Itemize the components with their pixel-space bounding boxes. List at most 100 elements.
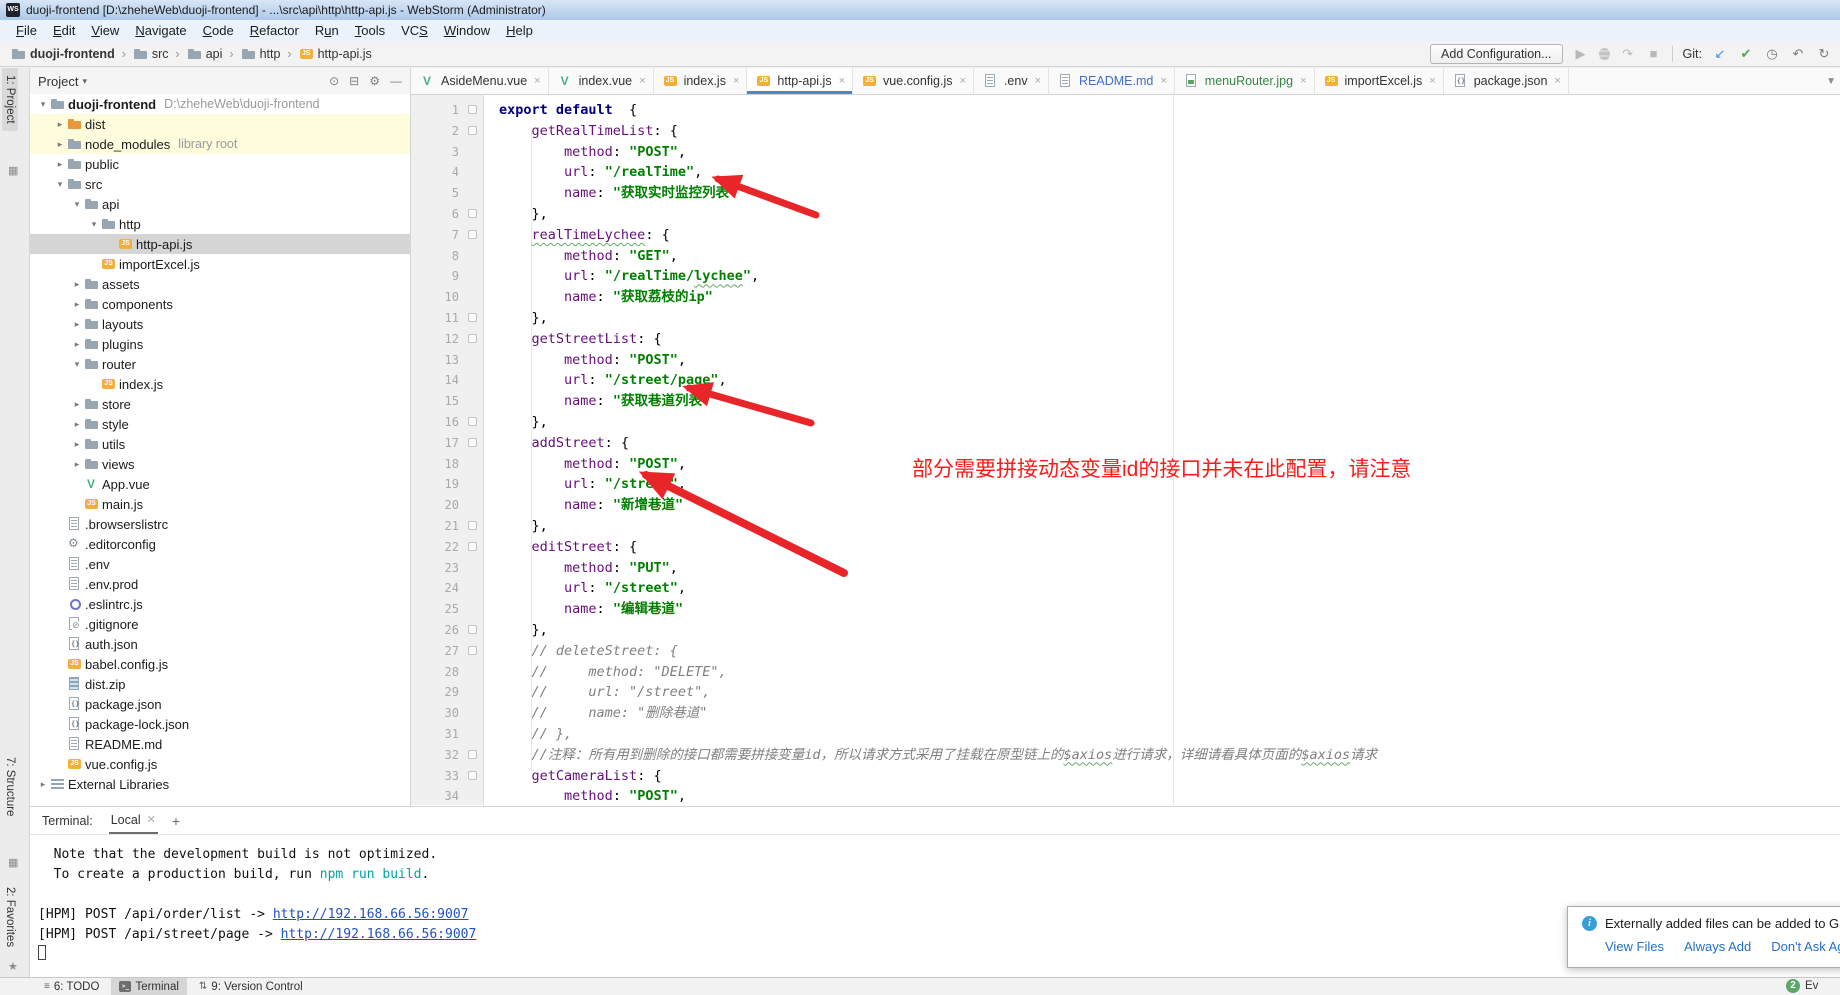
tree-item[interactable]: babel.config.js — [30, 654, 410, 674]
tab-close-icon[interactable]: × — [1429, 75, 1435, 87]
tree-item[interactable]: package.json — [30, 694, 410, 714]
settings-gear-icon[interactable]: ⚙ — [369, 74, 380, 88]
tree-item[interactable]: package-lock.json — [30, 714, 410, 734]
chevron-icon[interactable]: ▸ — [70, 279, 84, 290]
statusbar-version-control[interactable]: ⇅ 9: Version Control — [191, 978, 311, 995]
tree-item[interactable]: ▸style — [30, 414, 410, 434]
tree-item[interactable]: importExcel.js — [30, 254, 410, 274]
chevron-icon[interactable]: ▾ — [53, 179, 67, 190]
chevron-icon[interactable]: ▾ — [87, 219, 101, 230]
menu-code[interactable]: Code — [195, 22, 242, 39]
terminal-tab-close-icon[interactable]: ✕ — [147, 813, 156, 826]
menu-edit[interactable]: Edit — [45, 22, 83, 39]
tree-item[interactable]: ▾router — [30, 354, 410, 374]
hide-panel-icon[interactable]: — — [390, 74, 402, 88]
tab-.env[interactable]: .env× — [974, 68, 1049, 94]
fold-marker[interactable] — [468, 209, 477, 218]
chevron-icon[interactable]: ▸ — [70, 439, 84, 450]
tree-item[interactable]: .env — [30, 554, 410, 574]
tab-close-icon[interactable]: × — [1554, 75, 1560, 87]
fold-marker[interactable] — [468, 771, 477, 780]
tree-item[interactable]: .editorconfig — [30, 534, 410, 554]
tab-AsideMenu.vue[interactable]: AsideMenu.vue× — [411, 68, 549, 94]
breadcrumb-item[interactable]: duoji-frontend — [8, 45, 118, 63]
chevron-icon[interactable]: ▾ — [70, 199, 84, 210]
tree-item[interactable]: main.js — [30, 494, 410, 514]
git-update-icon[interactable]: ↙ — [1712, 46, 1728, 62]
fold-marker[interactable] — [468, 417, 477, 426]
tree-item[interactable]: ▸utils — [30, 434, 410, 454]
chevron-icon[interactable]: ▸ — [36, 779, 50, 790]
collapse-all-icon[interactable]: ⊟ — [349, 74, 359, 88]
chevron-icon[interactable]: ▾ — [36, 99, 50, 110]
tree-item[interactable]: ▸dist — [30, 114, 410, 134]
tree-item[interactable]: ▾api — [30, 194, 410, 214]
chevron-icon[interactable]: ▸ — [70, 339, 84, 350]
fold-marker[interactable] — [468, 750, 477, 759]
tree-item[interactable]: ▸components — [30, 294, 410, 314]
tree-item[interactable]: .gitignore — [30, 614, 410, 634]
tab-close-icon[interactable]: × — [1035, 75, 1041, 87]
toolwindow-tab-favorites[interactable]: 2: Favorites — [2, 880, 18, 954]
tree-item[interactable]: ▾duoji-frontendD:\zheheWeb\duoji-fronten… — [30, 94, 410, 114]
git-commit-icon[interactable]: ✔ — [1738, 46, 1754, 62]
chevron-icon[interactable]: ▸ — [53, 139, 67, 150]
tree-item[interactable]: ▸assets — [30, 274, 410, 294]
tree-item[interactable]: vue.config.js — [30, 754, 410, 774]
tree-item[interactable]: dist.zip — [30, 674, 410, 694]
tree-item[interactable]: .eslintrc.js — [30, 594, 410, 614]
fold-marker[interactable] — [468, 646, 477, 655]
locate-icon[interactable]: ⊙ — [329, 74, 339, 88]
chevron-icon[interactable]: ▾ — [70, 359, 84, 370]
favorites-star-icon[interactable]: ★ — [8, 960, 18, 973]
notification-action-link[interactable]: Always Add — [1684, 939, 1751, 954]
fold-marker[interactable] — [468, 230, 477, 239]
tab-close-icon[interactable]: × — [1300, 75, 1306, 87]
new-terminal-icon[interactable]: + — [172, 813, 180, 829]
toolwindow-tab-structure[interactable]: 7: Structure — [2, 750, 18, 823]
menu-refactor[interactable]: Refactor — [242, 22, 307, 39]
tab-package.json[interactable]: package.json× — [1444, 68, 1569, 94]
tab-close-icon[interactable]: × — [733, 75, 739, 87]
tab-close-icon[interactable]: × — [839, 75, 845, 87]
terminal-tab-local[interactable]: Local ✕ — [109, 807, 158, 834]
project-panel-title[interactable]: Project — [38, 74, 78, 89]
stop-icon[interactable]: ■ — [1646, 46, 1662, 61]
history-icon[interactable]: ◷ — [1764, 46, 1780, 62]
tab-close-icon[interactable]: × — [639, 75, 645, 87]
breadcrumb-item[interactable]: api — [184, 45, 226, 63]
menu-vcs[interactable]: VCS — [393, 22, 436, 39]
menu-run[interactable]: Run — [307, 22, 347, 39]
statusbar-todo[interactable]: ≡ 6: TODO — [36, 978, 107, 995]
tree-item[interactable]: auth.json — [30, 634, 410, 654]
tree-item[interactable]: ▸views — [30, 454, 410, 474]
fold-marker[interactable] — [468, 105, 477, 114]
tree-item[interactable]: ▸public — [30, 154, 410, 174]
tab-importExcel.js[interactable]: importExcel.js× — [1315, 68, 1444, 94]
tab-list-dropdown-icon[interactable]: ▼ — [1826, 76, 1836, 87]
menu-help[interactable]: Help — [498, 22, 541, 39]
tab-close-icon[interactable]: × — [1160, 75, 1166, 87]
tree-item[interactable]: ▸store — [30, 394, 410, 414]
tab-vue.config.js[interactable]: vue.config.js× — [853, 68, 974, 94]
tree-item[interactable]: README.md — [30, 734, 410, 754]
tab-close-icon[interactable]: × — [534, 75, 540, 87]
debug-icon[interactable] — [1599, 48, 1610, 60]
tree-item[interactable]: ▾src — [30, 174, 410, 194]
tree-item[interactable]: ▸External Libraries — [30, 774, 410, 794]
menu-file[interactable]: File — [8, 22, 45, 39]
breadcrumb-item[interactable]: http-api.js — [296, 45, 375, 63]
chevron-icon[interactable]: ▸ — [70, 419, 84, 430]
chevron-icon[interactable]: ▸ — [70, 399, 84, 410]
fold-marker[interactable] — [468, 334, 477, 343]
chevron-icon[interactable]: ▸ — [70, 299, 84, 310]
run-icon[interactable]: ▶ — [1573, 46, 1589, 62]
chevron-icon[interactable]: ▸ — [53, 119, 67, 130]
chevron-down-icon[interactable]: ▾ — [82, 76, 87, 87]
terminal-link[interactable]: http://192.168.66.56:9007 — [273, 907, 469, 922]
fold-marker[interactable] — [468, 438, 477, 447]
chevron-icon[interactable]: ▸ — [70, 459, 84, 470]
notification-action-link[interactable]: View Files — [1605, 939, 1664, 954]
run-with-coverage-icon[interactable]: ↷ — [1620, 46, 1636, 62]
tree-item[interactable]: ▸layouts — [30, 314, 410, 334]
